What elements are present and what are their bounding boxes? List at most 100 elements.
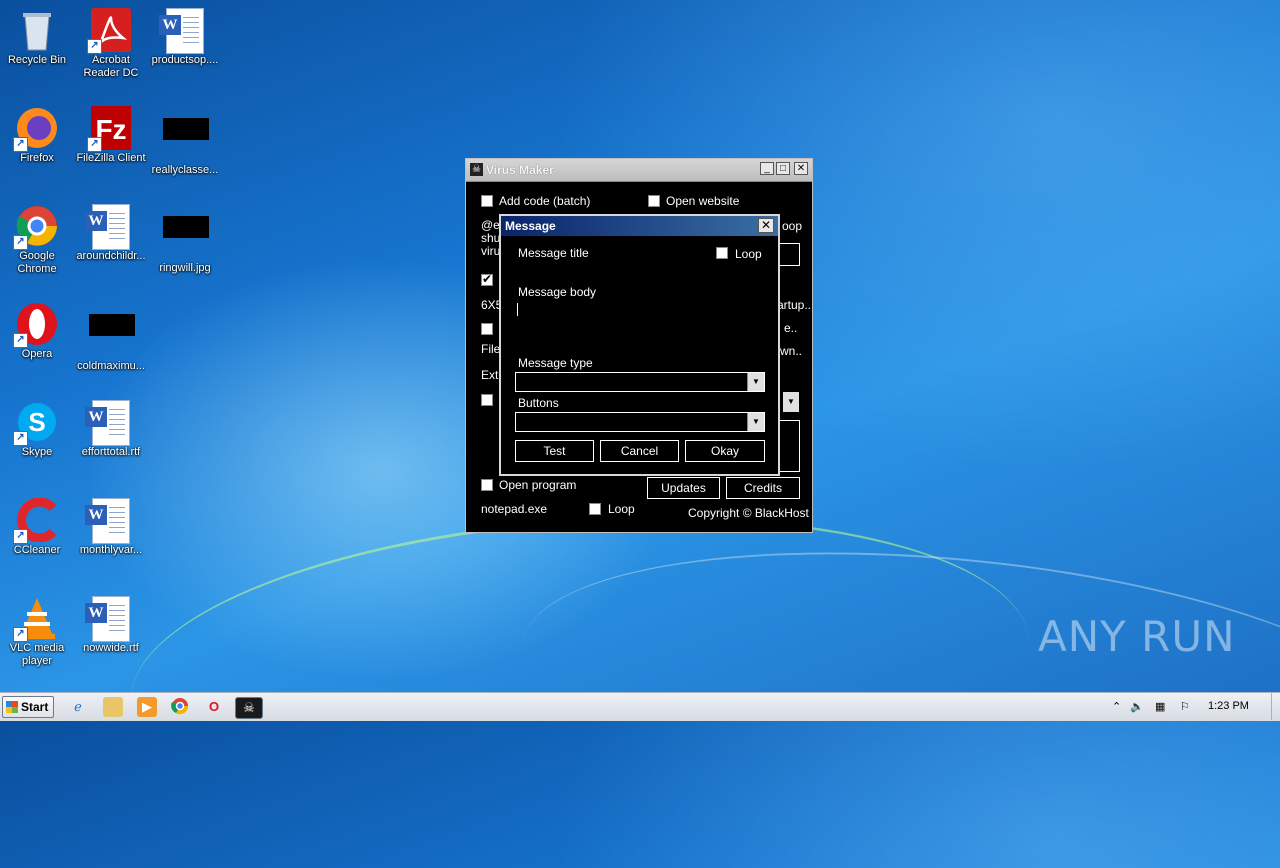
clock[interactable]: 1:23 PM: [1208, 700, 1249, 712]
message-dialog-titlebar[interactable]: Message: [501, 216, 778, 236]
chrome-icon: ↗: [13, 204, 59, 250]
desktop-icon-chrome[interactable]: ↗ Google Chrome: [0, 204, 74, 276]
program-path: notepad.exe: [481, 502, 548, 516]
updates-button[interactable]: Updates: [647, 477, 720, 499]
chrome-icon[interactable]: [170, 697, 190, 717]
desktop-icon-productsop[interactable]: W productsop....: [148, 8, 222, 67]
desktop-icon-skype[interactable]: S ↗ Skype: [0, 400, 74, 459]
open-program-label: Open program: [499, 478, 577, 492]
message-dialog: Message ✕ Message title Loop Message bod…: [499, 214, 780, 476]
taskbar: Start ℯ ▶ O ☠ ⌃ 🔈 ▦ ⚐ 1:23 PM: [0, 692, 1280, 721]
buttons-select[interactable]: ▼: [515, 412, 765, 432]
message-body-input[interactable]: [515, 300, 765, 350]
show-hidden-icons-button[interactable]: ⌃: [1112, 700, 1121, 713]
firefox-icon: ↗: [13, 106, 59, 152]
desktop-icon-opera[interactable]: ↗ Opera: [0, 302, 74, 361]
open-website-label: Open website: [666, 194, 740, 208]
image-thumbnail-icon: [89, 314, 135, 358]
desktop-icon-coldmaximu[interactable]: coldmaximu...: [74, 302, 148, 373]
skype-icon: S ↗: [13, 400, 59, 446]
open-program-checkbox[interactable]: [481, 479, 493, 491]
code-line: @e: [481, 218, 500, 232]
close-button[interactable]: ✕: [794, 162, 808, 175]
code-line: viru: [481, 244, 501, 258]
loop-label: Loop: [735, 247, 762, 261]
desktop-icon-firefox[interactable]: ↗ Firefox: [0, 106, 74, 165]
ccleaner-icon: ↗: [13, 497, 59, 544]
window-title: Virus Maker: [486, 163, 554, 177]
desktop-icon-efforttotal[interactable]: W efforttotal.rtf: [74, 400, 148, 459]
word-document-icon: W: [85, 400, 133, 446]
desktop-icon-acrobat[interactable]: ↗ Acrobat Reader DC: [74, 8, 148, 80]
virus-maker-titlebar[interactable]: ☠ Virus Maker _ □ ✕: [466, 159, 812, 182]
word-document-icon: W: [85, 498, 133, 544]
dropdown-arrow[interactable]: ▼: [783, 392, 799, 412]
text-area-partial[interactable]: [780, 420, 800, 472]
credits-button[interactable]: Credits: [726, 477, 800, 499]
word-document-icon: W: [85, 204, 133, 250]
file-checkbox[interactable]: [481, 323, 493, 335]
svg-text:S: S: [28, 407, 45, 437]
loop-checkbox[interactable]: [716, 247, 728, 259]
desktop-icon-vlc[interactable]: ↗ VLC media player: [0, 596, 74, 668]
action-center-flag-icon[interactable]: ⚐: [1180, 700, 1190, 713]
word-document-icon: W: [85, 596, 133, 642]
start-button[interactable]: Start: [2, 696, 54, 718]
partial-label: e..: [784, 321, 798, 335]
desktop-icon-ringwill[interactable]: ringwill.jpg: [148, 204, 222, 275]
desktop-icon-nowwide[interactable]: W nowwide.rtf: [74, 596, 148, 655]
startup-label-partial: artup..: [777, 298, 812, 312]
file-label-partial: File: [481, 342, 501, 356]
option-checkbox[interactable]: [481, 394, 493, 406]
desktop-icon-reallyclasse[interactable]: reallyclasse...: [148, 106, 222, 177]
copyright-text: Copyright © BlackHost: [688, 506, 809, 520]
word-document-icon: W: [159, 8, 207, 54]
message-type-select[interactable]: ▼: [515, 372, 765, 392]
chevron-down-icon[interactable]: ▼: [747, 373, 764, 391]
image-thumbnail-icon: [163, 118, 209, 162]
message-title-label: Message title: [518, 246, 589, 260]
add-code-checkbox[interactable]: [481, 195, 493, 207]
loop-label-partial: oop: [782, 219, 803, 233]
windows-logo-icon: [6, 701, 18, 713]
desktop-icon-monthlyvar[interactable]: W monthlyvar...: [74, 498, 148, 557]
website-url-input[interactable]: [780, 243, 800, 266]
cancel-button[interactable]: Cancel: [600, 440, 679, 462]
message-body-label: Message body: [518, 285, 597, 299]
okay-button[interactable]: Okay: [685, 440, 765, 462]
open-website-checkbox[interactable]: [648, 195, 660, 207]
loop-checkbox[interactable]: [589, 503, 601, 515]
virus-maker-taskbar-button[interactable]: ☠: [235, 697, 263, 719]
add-code-label: Add code (batch): [499, 194, 591, 208]
anyrun-watermark: ANY RUN: [1038, 612, 1236, 661]
image-thumbnail-icon: [163, 216, 209, 260]
desktop-icon-ccleaner[interactable]: ↗ CCleaner: [0, 497, 74, 557]
chevron-down-icon[interactable]: ▼: [747, 413, 764, 431]
option-checkbox[interactable]: [481, 272, 493, 286]
buttons-label: Buttons: [518, 396, 559, 410]
acrobat-icon: ↗: [87, 8, 133, 54]
network-icon[interactable]: ▦: [1155, 700, 1165, 713]
speaker-icon[interactable]: 🔈: [1130, 700, 1144, 713]
close-icon[interactable]: ✕: [758, 218, 774, 233]
shutdown-label-partial: wn..: [780, 344, 803, 358]
text-caret: [517, 303, 518, 316]
desktop-icon-aroundchildr[interactable]: W aroundchildr...: [74, 204, 148, 263]
opera-icon: ↗: [13, 302, 59, 348]
recycle-bin-icon: [15, 8, 59, 52]
maximize-button[interactable]: □: [776, 162, 790, 175]
opera-icon[interactable]: O: [204, 697, 224, 717]
desktop-icon-filezilla[interactable]: Fz ↗ FileZilla Client: [74, 106, 148, 165]
internet-explorer-icon[interactable]: ℯ: [68, 697, 88, 717]
file-explorer-icon[interactable]: [103, 697, 123, 717]
code-line: shu: [481, 231, 501, 245]
skull-icon: ☠: [470, 163, 483, 176]
desktop-icon-recycle-bin[interactable]: Recycle Bin: [0, 8, 74, 67]
test-button[interactable]: Test: [515, 440, 594, 462]
show-desktop-button[interactable]: [1271, 693, 1280, 720]
filezilla-icon: Fz ↗: [87, 106, 133, 152]
minimize-button[interactable]: _: [760, 162, 774, 175]
start-label: Start: [21, 700, 49, 714]
message-type-label: Message type: [518, 356, 593, 370]
media-player-icon[interactable]: ▶: [137, 697, 157, 717]
